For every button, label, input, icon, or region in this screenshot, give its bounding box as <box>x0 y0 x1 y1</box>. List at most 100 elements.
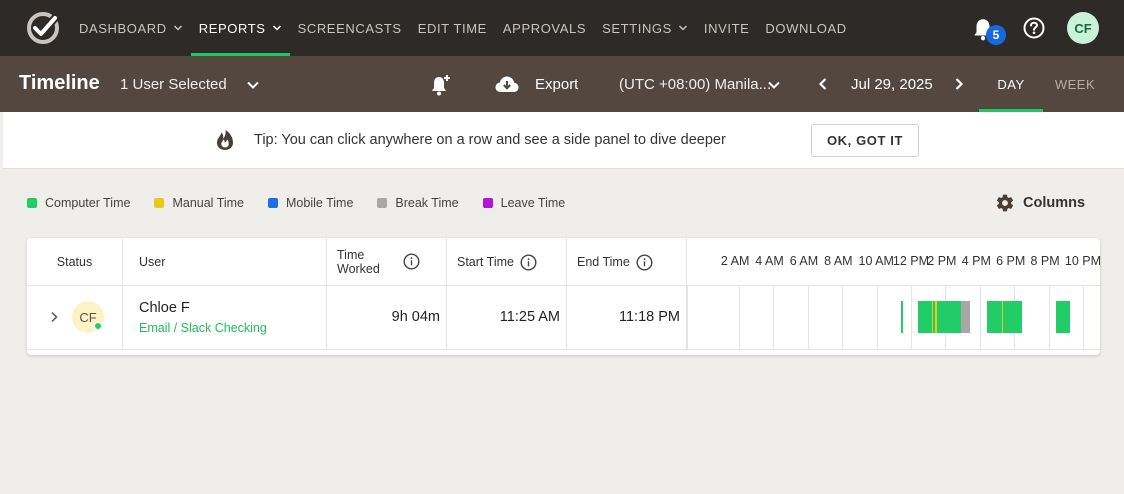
start-time-value: 11:25 AM <box>499 309 560 325</box>
page-toolbar: Timeline 1 User Selected Export (UTC +08… <box>0 56 1124 112</box>
nav-item-settings[interactable]: SETTINGS <box>594 0 696 56</box>
nav-item-download[interactable]: DOWNLOAD <box>757 0 854 56</box>
legend-label: Mobile Time <box>286 196 354 210</box>
timeline-hour-label: 12 PM <box>892 254 930 268</box>
cloud-download-icon[interactable] <box>494 74 520 96</box>
end-time-cell: 11:18 PM <box>567 286 687 349</box>
legend-label: Manual Time <box>172 196 245 210</box>
page-title: Timeline <box>19 72 100 94</box>
timeline-hour-label: 2 AM <box>720 254 750 268</box>
legend-swatch <box>377 198 388 208</box>
timeline-bar-computer[interactable] <box>900 301 903 333</box>
timezone-select[interactable]: (UTC +08:00) Manila... <box>619 76 771 93</box>
row-divider <box>27 349 1100 350</box>
export-button[interactable]: Export <box>535 76 578 93</box>
chevron-right-icon[interactable] <box>49 311 59 323</box>
dismiss-tip-button[interactable]: OK, GOT IT <box>811 124 919 157</box>
legend-item-mobile-time: Mobile Time <box>268 196 353 210</box>
timeline-bar-computer[interactable] <box>936 301 961 333</box>
chevron-down-icon[interactable] <box>767 78 781 92</box>
legend-swatch <box>154 198 165 208</box>
header-user-label: User <box>139 255 166 269</box>
nav-item-reports[interactable]: REPORTS <box>190 0 290 56</box>
user-name[interactable]: Chloe F <box>139 300 190 316</box>
tab-week[interactable]: WEEK <box>1043 56 1107 112</box>
tip-banner[interactable]: Tip: You can click anywhere on a row and… <box>3 112 1124 169</box>
header-end-time-label: End Time <box>577 255 630 269</box>
chevron-down-icon[interactable] <box>272 23 282 33</box>
nav-item-dashboard[interactable]: DASHBOARD <box>71 0 191 56</box>
timeline-hour-label: 6 PM <box>996 254 1026 268</box>
user-select-dropdown[interactable]: 1 User Selected <box>120 76 227 93</box>
header-start-time[interactable]: Start Time <box>447 238 567 286</box>
chevron-down-icon[interactable] <box>173 23 183 33</box>
legend-label: Leave Time <box>500 196 566 210</box>
header-start-time-label: Start Time <box>457 255 514 269</box>
columns-label: Columns <box>1023 195 1086 211</box>
chevron-down-icon[interactable] <box>678 23 688 33</box>
nav-item-invite[interactable]: INVITE <box>696 0 758 56</box>
nav-item-approvals[interactable]: APPROVALS <box>495 0 594 56</box>
status-cell[interactable]: CF <box>27 286 123 349</box>
timeline-hour-label: 2 PM <box>927 254 957 268</box>
timeline-hour-label: 6 AM <box>789 254 819 268</box>
legend-item-leave-time: Leave Time <box>482 196 566 210</box>
timeline-table: Status User Time Worked Start Time End T… <box>27 238 1101 355</box>
legend-swatch <box>268 198 279 208</box>
time-type-legend: Computer Time Manual Time Mobile Time Break… <box>27 196 589 210</box>
legend-item-break-time: Break Time <box>377 196 459 210</box>
header-end-time[interactable]: End Time <box>567 238 687 286</box>
help-icon[interactable] <box>1023 17 1045 39</box>
end-time-value: 11:18 PM <box>619 309 680 325</box>
top-navigation: DASHBOARD REPORTS SCREENCASTS EDIT TIME APPR… <box>0 0 1124 56</box>
timeline-gridline <box>773 286 775 349</box>
chevron-left-icon[interactable] <box>816 77 830 91</box>
columns-button[interactable]: Columns <box>995 193 1085 213</box>
notification-count-badge[interactable]: 5 <box>986 25 1006 45</box>
timeline-gridline <box>842 286 844 349</box>
tab-day[interactable]: DAY <box>979 56 1043 112</box>
chevron-right-icon[interactable] <box>952 77 966 91</box>
timeline-bar-computer[interactable] <box>1003 301 1022 333</box>
nav-item-screencasts[interactable]: SCREENCASTS <box>290 0 410 56</box>
timeline-gridline <box>738 286 740 349</box>
timeline-gridline <box>979 286 981 349</box>
timeline-gridline <box>910 286 912 349</box>
legend-label: Break Time <box>395 196 459 210</box>
header-time-worked-line1: Time <box>337 248 365 262</box>
current-date[interactable]: Jul 29, 2025 <box>851 76 933 93</box>
nav-item-label: SETTINGS <box>602 20 672 36</box>
nav-item-label: REPORTS <box>198 20 266 36</box>
info-icon[interactable] <box>403 253 420 270</box>
logo-icon[interactable] <box>26 11 60 45</box>
time-worked-cell: 9h 04m <box>327 286 447 349</box>
user-cell[interactable]: Chloe F Email / Slack Checking <box>123 286 327 349</box>
nav-item-label: DOWNLOAD <box>765 20 847 36</box>
nav-item-label: INVITE <box>703 20 750 36</box>
legend-label: Computer Time <box>45 196 131 210</box>
time-worked-value: 9h 04m <box>391 309 440 325</box>
chevron-down-icon[interactable] <box>246 78 260 92</box>
timeline-bar-computer[interactable] <box>1056 301 1070 333</box>
legend-swatch <box>482 198 493 208</box>
nav-menu: DASHBOARD REPORTS SCREENCASTS EDIT TIME APPR… <box>71 0 855 56</box>
online-status-dot <box>94 322 102 330</box>
timeline-bar-break[interactable] <box>960 301 971 333</box>
header-status[interactable]: Status <box>27 238 123 286</box>
header-time-worked[interactable]: Time Worked <box>327 238 447 286</box>
timeline-hour-label: 4 AM <box>755 254 784 268</box>
info-icon[interactable] <box>520 253 537 271</box>
nav-item-edit-time[interactable]: EDIT TIME <box>410 0 495 56</box>
timeline-gridline <box>1082 286 1084 349</box>
header-user[interactable]: User <box>123 238 327 286</box>
timeline-bar-computer[interactable] <box>987 301 1003 333</box>
header-time-worked-line2: Worked <box>337 262 380 276</box>
add-alert-icon[interactable] <box>428 73 452 97</box>
timeline-bar-computer[interactable] <box>917 301 932 333</box>
info-icon[interactable] <box>636 253 653 271</box>
header-time-worked-label: Time Worked <box>337 248 380 276</box>
timeline-hour-label: 4 PM <box>961 254 991 268</box>
legend-item-computer-time: Computer Time <box>27 196 130 210</box>
gear-icon[interactable] <box>995 193 1015 213</box>
user-avatar[interactable]: CF <box>1067 12 1099 44</box>
